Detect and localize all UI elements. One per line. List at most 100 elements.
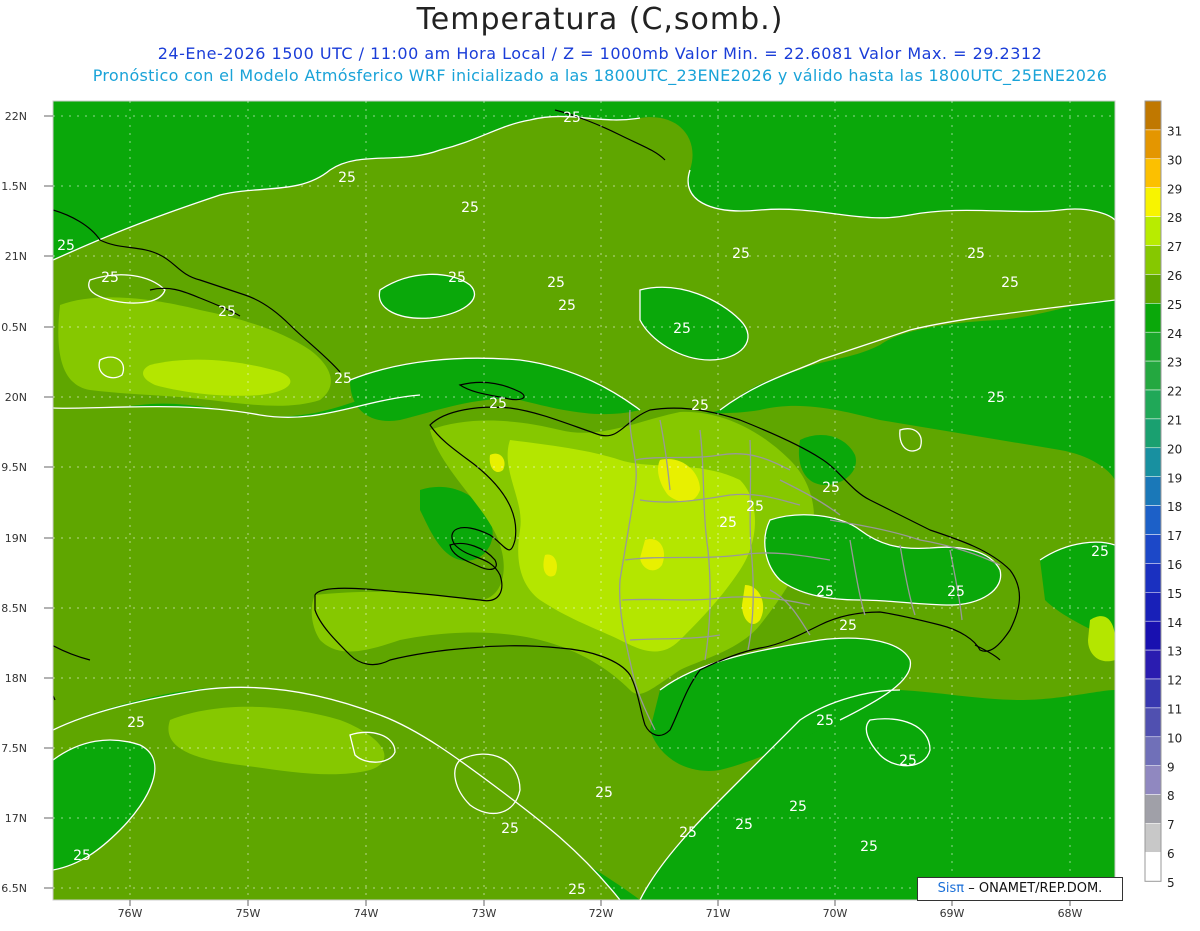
colorbar-label: 5 <box>1167 876 1175 890</box>
colorbar-swatch <box>1144 389 1162 420</box>
colorbar-label: 31 <box>1167 124 1182 138</box>
map-field <box>53 101 1115 900</box>
colorbar-label: 22 <box>1167 385 1182 399</box>
contour-label: 25 <box>947 584 965 600</box>
colorbar-swatch <box>1144 563 1162 593</box>
colorbar-label: 12 <box>1167 674 1182 688</box>
lat-label: 0.5N <box>1 321 27 334</box>
sispi-logo-text: Sisπ <box>937 881 965 896</box>
colorbar-swatch <box>1144 620 1162 651</box>
colorbar-label: 13 <box>1167 645 1182 659</box>
colorbar-label: 15 <box>1167 587 1182 601</box>
colorbar-swatch <box>1144 216 1162 246</box>
colorbar-label: 7 <box>1167 818 1175 832</box>
colorbar-swatch <box>1144 100 1162 131</box>
contour-label: 25 <box>691 398 709 414</box>
colorbar-swatch <box>1144 649 1162 680</box>
contour-label: 25 <box>673 321 691 337</box>
colorbar-swatch <box>1144 592 1162 622</box>
contour-label: 25 <box>334 371 352 387</box>
contour-label: 25 <box>719 515 737 531</box>
model-info-line: Pronóstico con el Modelo Atmósferico WRF… <box>92 66 1108 85</box>
lat-label: 19N <box>5 532 27 545</box>
colorbar-swatch <box>1144 245 1162 275</box>
contour-label: 25 <box>73 848 91 864</box>
lon-label: 71W <box>706 907 731 920</box>
colorbar-label: 30 <box>1167 153 1182 167</box>
contour-label: 25 <box>218 304 236 320</box>
contour-label: 25 <box>568 882 586 898</box>
credit-box: Sisπ – ONAMET/REP.DOM. <box>917 877 1123 901</box>
contour-label: 25 <box>735 817 753 833</box>
contour-label: 25 <box>338 170 356 186</box>
contour-label: 25 <box>732 246 750 262</box>
contour-label: 25 <box>501 821 519 837</box>
lat-label: 1.5N <box>1 180 27 193</box>
colorbar-swatch <box>1144 707 1162 738</box>
contour-label: 25 <box>822 480 840 496</box>
colorbar-swatch <box>1144 418 1162 449</box>
latitude-labels: 22N 1.5N 21N 0.5N 20N 9.5N 19N 8.5N 18N 7.5N 17N 6.… <box>1 110 53 895</box>
colorbar-label: 11 <box>1167 702 1182 716</box>
lon-label: 74W <box>354 907 379 920</box>
colorbar-label: 26 <box>1167 269 1182 283</box>
colorbar-swatch <box>1144 274 1162 304</box>
contour-label: 25 <box>987 390 1005 406</box>
lat-label: 18N <box>5 672 27 685</box>
colorbar-swatch <box>1144 765 1162 795</box>
contour-label: 25 <box>746 499 764 515</box>
colorbar-swatch <box>1144 794 1162 824</box>
colorbar-swatch <box>1144 158 1162 188</box>
contour-label: 25 <box>127 715 145 731</box>
lon-label: 69W <box>940 907 965 920</box>
lat-label: 20N <box>5 391 27 404</box>
valid-time-line: 24-Ene-2026 1500 UTC / 11:00 am Hora Loc… <box>157 44 1043 63</box>
contour-label: 25 <box>816 584 834 600</box>
lat-label: 8.5N <box>1 602 27 615</box>
colorbar-label: 18 <box>1167 500 1182 514</box>
colorbar-label: 24 <box>1167 327 1182 341</box>
colorbar-swatch <box>1144 447 1162 477</box>
colorbar-swatch <box>1144 331 1162 362</box>
colorbar-label: 16 <box>1167 558 1182 572</box>
contour-label: 25 <box>839 618 857 634</box>
colorbar-label: 25 <box>1167 298 1182 312</box>
contour-label: 25 <box>860 839 878 855</box>
contour-label: 25 <box>595 785 613 801</box>
lon-label: 70W <box>823 907 848 920</box>
colorbar-label: 21 <box>1167 413 1182 427</box>
colorbar-label: 29 <box>1167 182 1182 196</box>
contour-label: 25 <box>461 200 479 216</box>
contour-label: 25 <box>967 246 985 262</box>
colorbar-swatch <box>1144 534 1162 564</box>
colorbar-swatch <box>1144 476 1162 506</box>
chart-title: Temperatura (C,somb.) <box>416 2 784 37</box>
contour-label: 25 <box>558 298 576 314</box>
lon-label: 73W <box>472 907 497 920</box>
lat-label: 21N <box>5 250 27 263</box>
colorbar-swatch <box>1144 303 1162 333</box>
temperature-map: 22N 1.5N 21N 0.5N 20N 9.5N 19N 8.5N 18N 7.5N 17N 6.… <box>1 100 1182 920</box>
colorbar-swatch <box>1144 505 1162 535</box>
colorbar-label: 14 <box>1167 616 1182 630</box>
lat-label: 9.5N <box>1 461 27 474</box>
colorbar-label: 10 <box>1167 731 1182 745</box>
colorbar-swatch <box>1144 852 1162 882</box>
longitude-labels: 76W 75W 74W 73W 72W 71W 70W 69W 68W <box>118 900 1083 920</box>
colorbar-label: 6 <box>1167 847 1175 861</box>
contour-label: 25 <box>563 110 581 126</box>
lon-label: 68W <box>1058 907 1083 920</box>
contour-label: 25 <box>679 825 697 841</box>
contour-label: 25 <box>489 396 507 412</box>
contour-label: 25 <box>57 238 75 254</box>
colorbar-label: 19 <box>1167 471 1182 485</box>
lat-label: 22N <box>5 110 27 123</box>
contour-label: 25 <box>547 275 565 291</box>
lon-label: 76W <box>118 907 143 920</box>
onamet-credit-text: – ONAMET/REP.DOM. <box>968 881 1103 896</box>
colorbar-label: 23 <box>1167 356 1182 370</box>
colorbar-swatch <box>1144 129 1162 160</box>
colorbar-label: 27 <box>1167 240 1182 254</box>
colorbar-label: 9 <box>1167 760 1175 774</box>
colorbar-swatch <box>1144 823 1162 853</box>
